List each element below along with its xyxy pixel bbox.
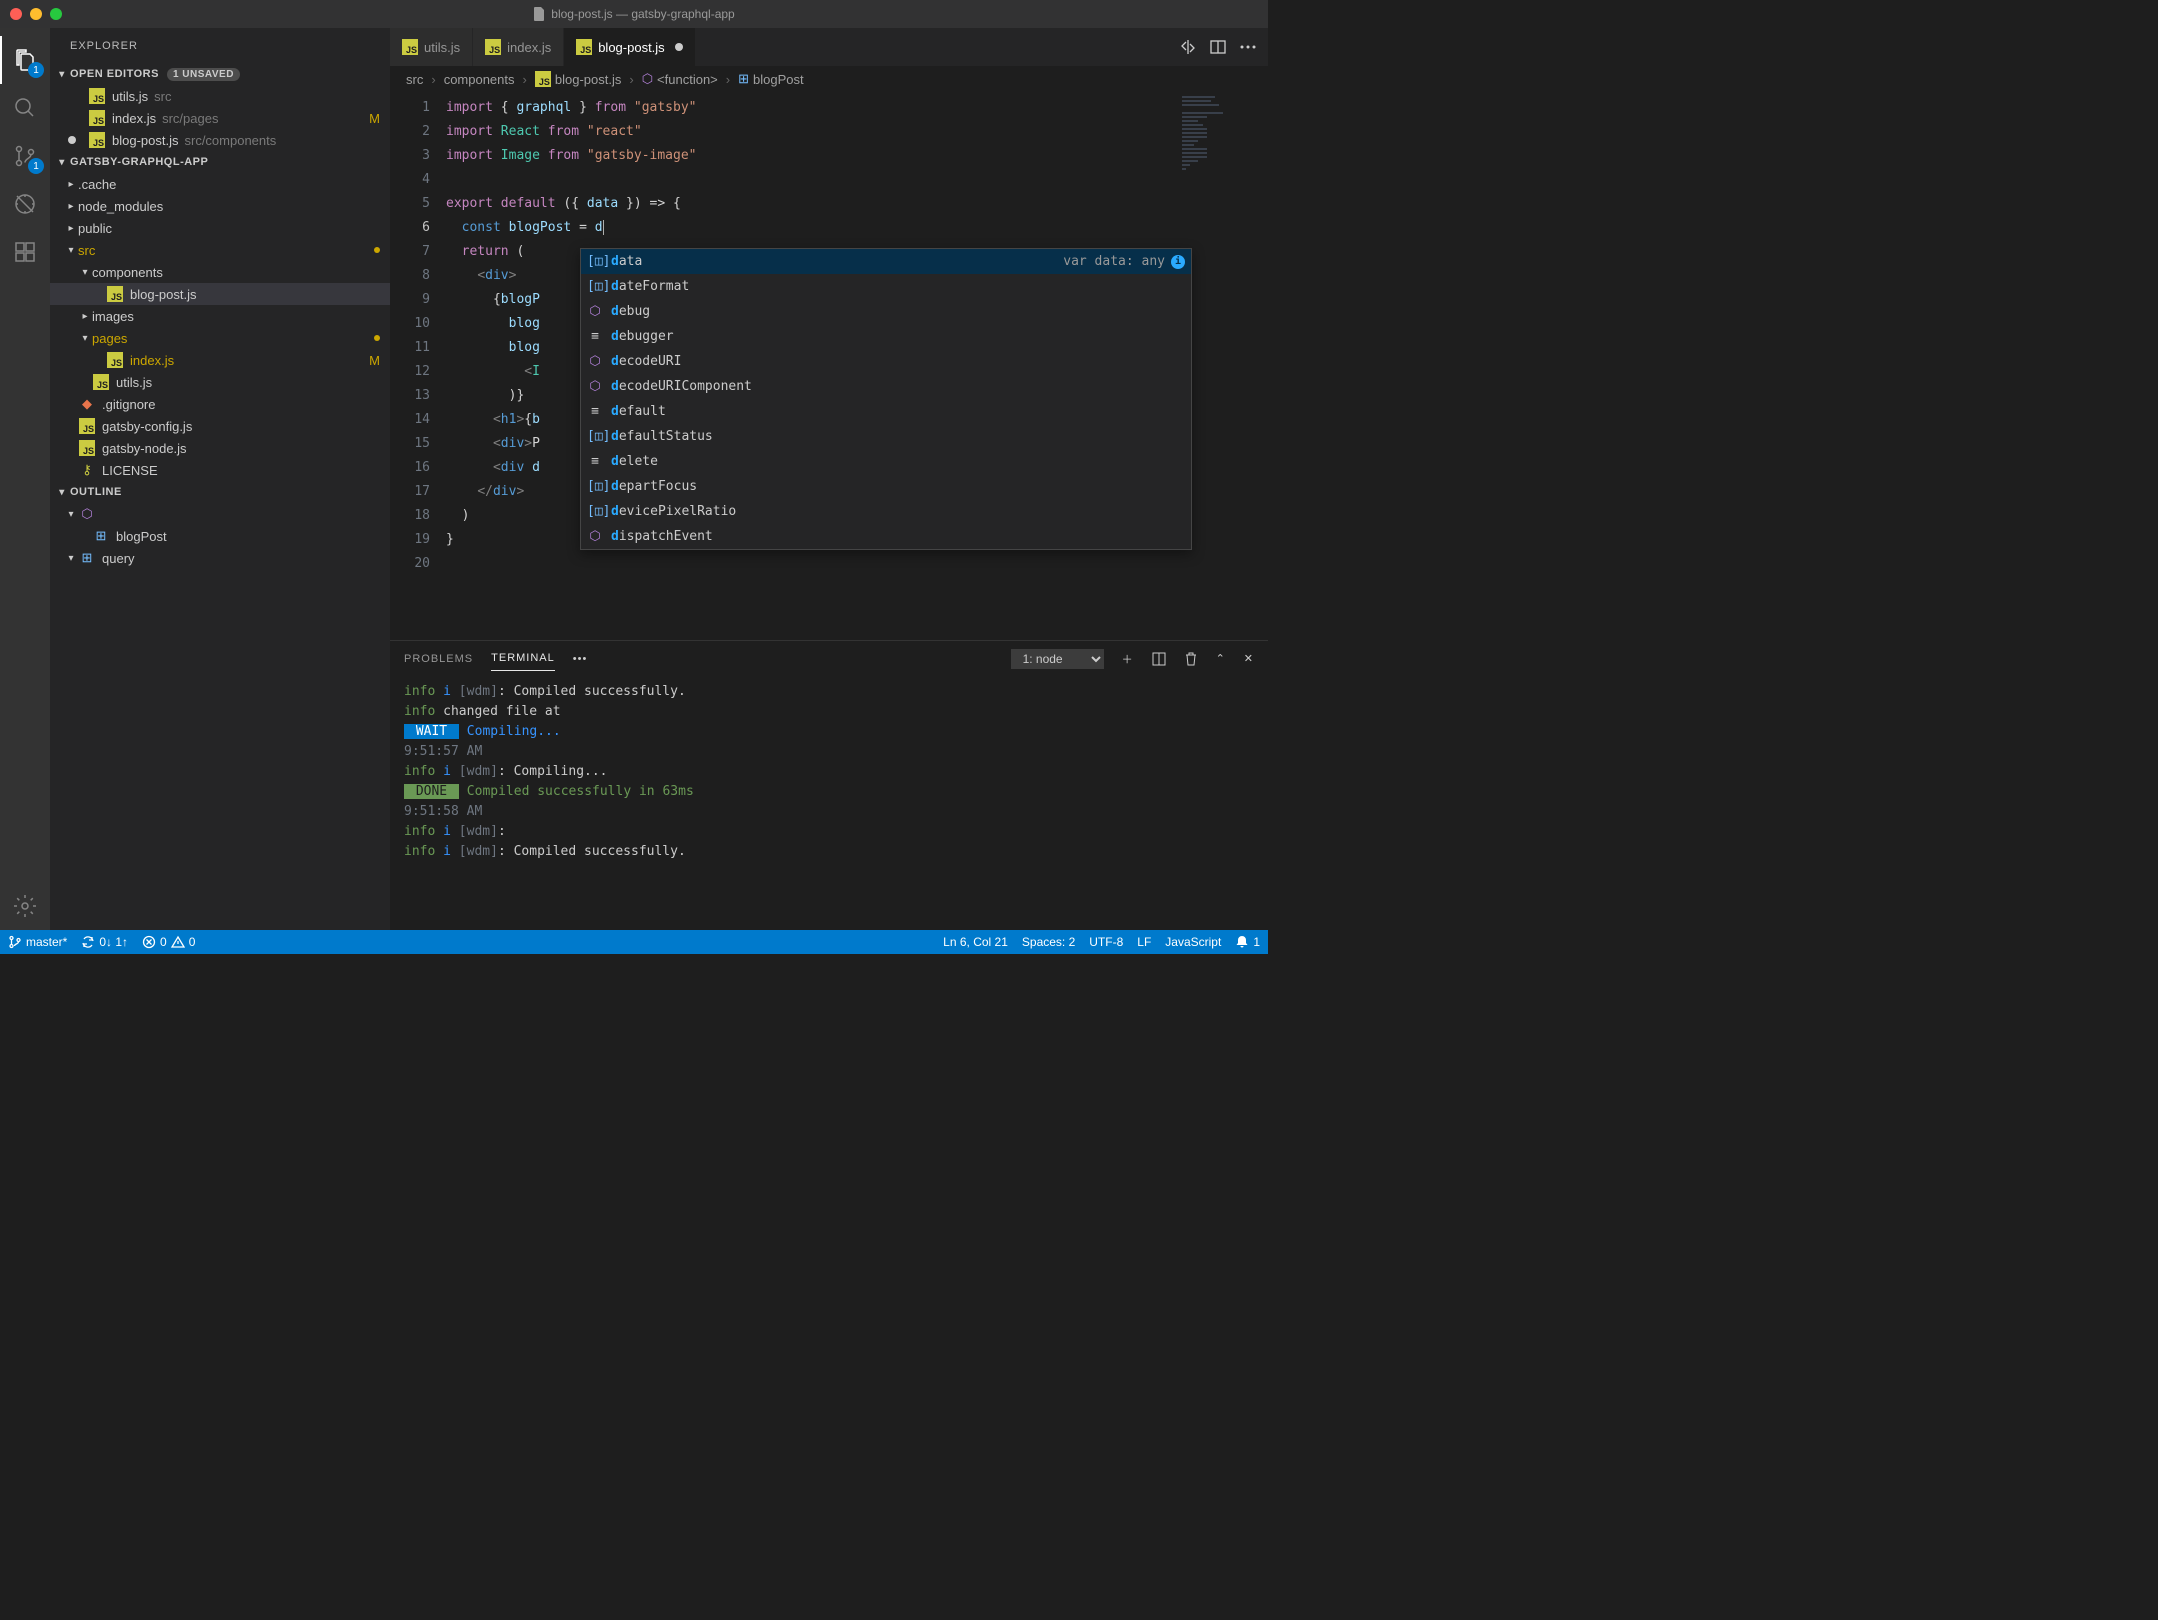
outline-header[interactable]: ▾ OUTLINE	[50, 481, 390, 503]
window-title: blog-post.js — gatsby-graphql-app	[0, 7, 1268, 21]
suggest-item[interactable]: [◫]dateFormat	[581, 274, 1191, 299]
explorer-badge: 1	[28, 62, 44, 78]
file-item[interactable]: ◆.gitignore	[50, 393, 390, 415]
open-editor-item[interactable]: JSindex.js src/pagesM	[50, 107, 390, 129]
debug-icon[interactable]	[0, 180, 50, 228]
git-branch[interactable]: master*	[8, 935, 67, 949]
eol-status[interactable]: LF	[1137, 935, 1151, 949]
source-control-icon[interactable]: 1	[0, 132, 50, 180]
chevron-down-icon: ▾	[54, 69, 70, 80]
encoding-status[interactable]: UTF-8	[1089, 935, 1123, 949]
line-numbers: 1234567891011121314151617181920	[390, 92, 446, 640]
suggest-widget[interactable]: [◫]datavar data: any i[◫]dateFormat⬡debu…	[580, 248, 1192, 550]
open-editor-item[interactable]: JSutils.js src	[50, 85, 390, 107]
terminal-selector[interactable]: 1: node	[1011, 649, 1104, 669]
folder-item[interactable]: ▾components	[50, 261, 390, 283]
problems-tab[interactable]: PROBLEMS	[404, 647, 473, 671]
activity-bar: 1 1	[0, 28, 50, 930]
unsaved-badge: 1 UNSAVED	[167, 68, 240, 81]
folder-item[interactable]: ▸.cache	[50, 173, 390, 195]
maximize-window-button[interactable]	[50, 8, 62, 20]
git-sync[interactable]: 0↓ 1↑	[81, 935, 128, 949]
outline-item[interactable]: ▾⬡	[50, 503, 390, 525]
compare-icon[interactable]	[1180, 39, 1196, 55]
titlebar: blog-post.js — gatsby-graphql-app	[0, 0, 1268, 28]
outline-item[interactable]: ▾⊞query	[50, 547, 390, 569]
suggest-item[interactable]: ⬡dispatchEvent	[581, 524, 1191, 549]
suggest-item[interactable]: ≡delete	[581, 449, 1191, 474]
terminal-output[interactable]: info i [wdm]: Compiled successfully.info…	[390, 676, 1268, 930]
problems-status[interactable]: 0 0	[142, 935, 195, 949]
indent-status[interactable]: Spaces: 2	[1022, 935, 1075, 949]
editor-group: JSutils.jsJSindex.jsJSblog-post.js src› …	[390, 28, 1268, 930]
editor-tab[interactable]: JSblog-post.js	[564, 28, 695, 66]
file-item[interactable]: JSblog-post.js	[50, 283, 390, 305]
editor-tab[interactable]: JSindex.js	[473, 28, 564, 66]
sidebar-title: EXPLORER	[50, 28, 390, 63]
suggest-item[interactable]: [◫]devicePixelRatio	[581, 499, 1191, 524]
panel: PROBLEMS TERMINAL ••• 1: node ＋ ⌃ ✕ info…	[390, 640, 1268, 930]
file-item[interactable]: JSindex.jsM	[50, 349, 390, 371]
file-item[interactable]: JSgatsby-config.js	[50, 415, 390, 437]
folder-item[interactable]: ▸images	[50, 305, 390, 327]
suggest-item[interactable]: [◫]defaultStatus	[581, 424, 1191, 449]
explorer-icon[interactable]: 1	[0, 36, 50, 84]
folder-item[interactable]: ▸node_modules	[50, 195, 390, 217]
open-editors-header[interactable]: ▾ OPEN EDITORS 1 UNSAVED	[50, 63, 390, 85]
split-terminal-icon[interactable]	[1152, 652, 1166, 666]
open-editor-item[interactable]: JSblog-post.js src/components	[50, 129, 390, 151]
project-header[interactable]: ▾ GATSBY-GRAPHQL-APP	[50, 151, 390, 173]
statusbar: master* 0↓ 1↑ 0 0 Ln 6, Col 21 Spaces: 2…	[0, 930, 1268, 954]
search-icon[interactable]	[0, 84, 50, 132]
file-item[interactable]: JSutils.js	[50, 371, 390, 393]
suggest-item[interactable]: ⬡decodeURIComponent	[581, 374, 1191, 399]
terminal-tab[interactable]: TERMINAL	[491, 646, 555, 671]
suggest-item[interactable]: ≡debugger	[581, 324, 1191, 349]
suggest-item[interactable]: ≡default	[581, 399, 1191, 424]
minimize-window-button[interactable]	[30, 8, 42, 20]
sidebar: EXPLORER ▾ OPEN EDITORS 1 UNSAVED JSutil…	[50, 28, 390, 930]
file-item[interactable]: ⚷LICENSE	[50, 459, 390, 481]
new-terminal-icon[interactable]: ＋	[1122, 651, 1134, 667]
suggest-item[interactable]: [◫]datavar data: any i	[581, 249, 1191, 274]
chevron-down-icon: ▾	[54, 157, 70, 168]
more-panels-icon[interactable]: •••	[573, 653, 588, 665]
folder-item[interactable]: ▾src	[50, 239, 390, 261]
editor-actions	[1168, 28, 1268, 66]
kill-terminal-icon[interactable]	[1184, 652, 1198, 666]
editor-tabs: JSutils.jsJSindex.jsJSblog-post.js	[390, 28, 1268, 66]
notifications-icon[interactable]: 1	[1235, 935, 1260, 949]
language-status[interactable]: JavaScript	[1165, 935, 1221, 949]
folder-item[interactable]: ▸public	[50, 217, 390, 239]
editor[interactable]: 1234567891011121314151617181920 import {…	[390, 92, 1268, 640]
scm-badge: 1	[28, 158, 44, 174]
js-icon: JS	[535, 71, 551, 87]
settings-gear-icon[interactable]	[0, 882, 50, 930]
folder-item[interactable]: ▾pages	[50, 327, 390, 349]
maximize-panel-icon[interactable]: ⌃	[1216, 652, 1226, 665]
editor-tab[interactable]: JSutils.js	[390, 28, 473, 66]
suggest-item[interactable]: [◫]departFocus	[581, 474, 1191, 499]
suggest-item[interactable]: ⬡decodeURI	[581, 349, 1191, 374]
window-controls	[10, 8, 62, 20]
suggest-item[interactable]: ⬡debug	[581, 299, 1191, 324]
cursor-position[interactable]: Ln 6, Col 21	[943, 935, 1008, 949]
extensions-icon[interactable]	[0, 228, 50, 276]
outline-item[interactable]: ⊞blogPost	[50, 525, 390, 547]
more-icon[interactable]	[1240, 45, 1256, 49]
close-panel-icon[interactable]: ✕	[1244, 652, 1254, 665]
close-window-button[interactable]	[10, 8, 22, 20]
file-item[interactable]: JSgatsby-node.js	[50, 437, 390, 459]
breadcrumb[interactable]: src› components› JS blog-post.js› ⬡ <fun…	[390, 66, 1268, 92]
chevron-down-icon: ▾	[54, 487, 70, 498]
split-editor-icon[interactable]	[1210, 39, 1226, 55]
